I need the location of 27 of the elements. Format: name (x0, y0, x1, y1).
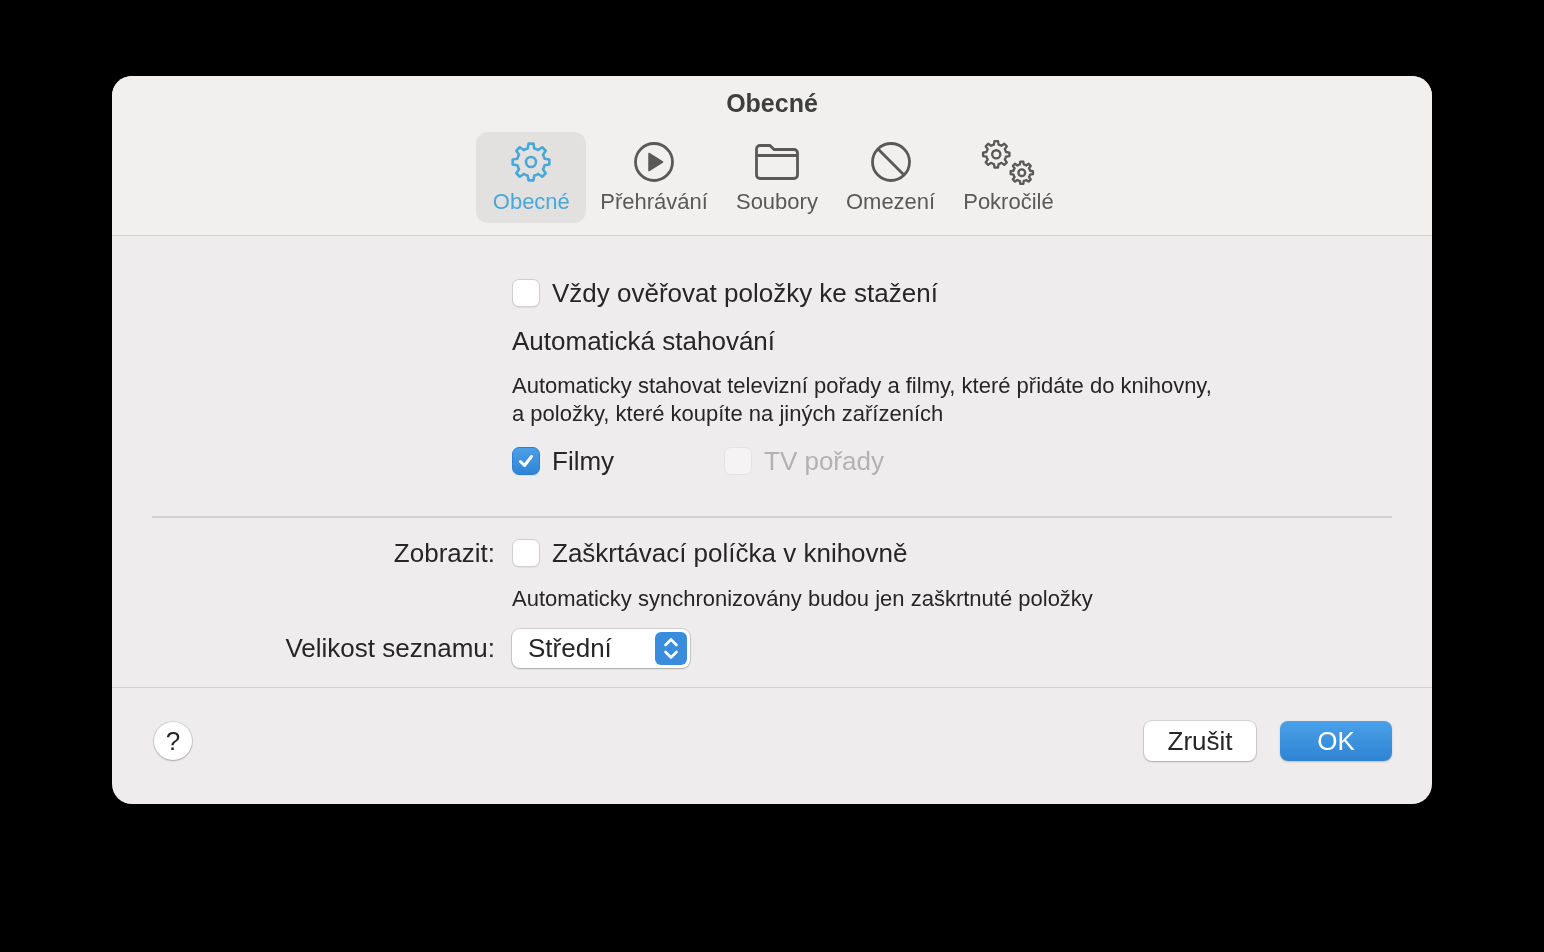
checkbox-label: TV pořady (764, 446, 884, 476)
checkbox[interactable] (512, 447, 540, 475)
checkbox[interactable] (512, 279, 540, 307)
folder-icon (753, 143, 800, 181)
field-label: Zobrazit: (392, 537, 495, 568)
checkbox-label: Zaškrtávací políčka v knihovně (552, 537, 908, 568)
cancel-button[interactable]: Zrušit (1144, 721, 1256, 761)
prohibited-icon (869, 141, 912, 183)
confirm-button[interactable]: OK (1280, 721, 1392, 761)
window-title: Obecné (726, 88, 818, 118)
hint-text: Automaticky synchronizovány budou jen zaškrtnuté položky (512, 584, 1094, 613)
checkbox-label: Filmy (552, 446, 615, 476)
checkbox[interactable] (512, 538, 540, 567)
toolbar-tab[interactable]: Pokročilé (949, 132, 1068, 223)
checkbox-label: Vždy ověřovat položky ke stažení (552, 278, 938, 308)
gear-icon (510, 141, 553, 183)
help-button[interactable]: ? (154, 722, 192, 760)
stepper-icon (655, 631, 687, 665)
toolbar-tab[interactable]: Přehrávání (586, 132, 722, 223)
gears-icon (980, 138, 1037, 186)
toolbar-tab[interactable]: Omezení (831, 132, 950, 223)
play-icon (633, 141, 676, 183)
field-label: Velikost seznamu: (284, 633, 495, 663)
toolbar-tab[interactable]: Soubory (721, 132, 832, 223)
list-size-popup[interactable]: Střední (512, 628, 690, 668)
section-heading: Automatická stahování (512, 326, 776, 356)
description-text: Automaticky stahovat televizní pořady a filmy, které přidáte do knihovny, a položky, které koupíte na jiných zařízeních (512, 372, 1213, 428)
